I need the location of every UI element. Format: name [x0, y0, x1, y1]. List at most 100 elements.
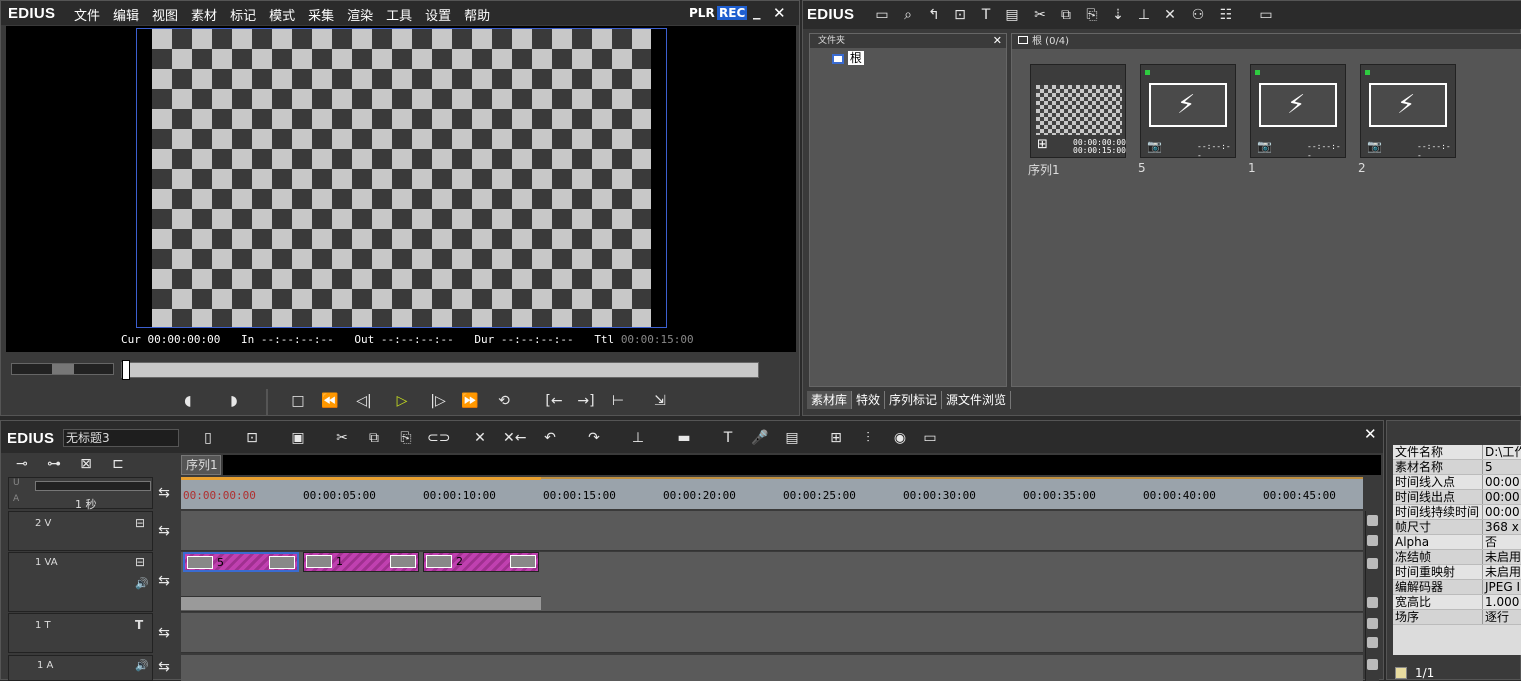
scroll-up-icon[interactable] — [1367, 515, 1378, 526]
playhead-marker[interactable] — [122, 360, 130, 380]
track-expand-icon[interactable]: ⇆ — [153, 623, 175, 643]
render-icon[interactable]: ▤ — [781, 428, 803, 448]
track-mode-icon[interactable]: ⊸ — [11, 454, 33, 474]
ripple-delete-icon[interactable]: ✕← — [503, 428, 526, 448]
menu-file[interactable]: 文件 — [74, 5, 100, 24]
zoom-label[interactable]: 1 秒 — [75, 496, 97, 512]
property-row[interactable]: 编解码器JPEG In — [1393, 580, 1521, 595]
scroll-down-icon[interactable] — [1367, 535, 1378, 546]
copy-icon[interactable]: ⧉ — [1055, 5, 1077, 25]
property-row[interactable]: 时间线入点00:00:0 — [1393, 475, 1521, 490]
property-row[interactable]: 宽高比 1.000 — [1393, 595, 1521, 610]
scroll-up-icon[interactable] — [1367, 558, 1378, 569]
track-header-1a[interactable]: 1 A 🔊 — [8, 655, 153, 681]
scroll-up-icon[interactable] — [1367, 659, 1378, 670]
zoom-lock-icon[interactable]: U — [13, 478, 20, 488]
delete-icon[interactable]: ✕ — [469, 428, 491, 448]
insert-icon[interactable]: [← — [543, 391, 565, 411]
track-expand-icon[interactable]: ⇆ — [153, 657, 175, 677]
step-forward-icon[interactable]: |▷ — [427, 391, 449, 411]
clip-still-5[interactable]: ⚡ 📷 --:--:-- — [1140, 64, 1236, 160]
menu-edit[interactable]: 编辑 — [113, 5, 139, 24]
menu-marker[interactable]: 标记 — [230, 5, 256, 24]
track-1a[interactable] — [181, 655, 1363, 681]
overwrite-mode-icon[interactable]: ⊏ — [107, 454, 129, 474]
sequence-tab[interactable]: 序列1 — [181, 455, 221, 475]
scroll-down-icon[interactable] — [1367, 597, 1378, 608]
send-to-player-icon[interactable]: ⇣ — [1107, 5, 1129, 25]
tab-sequence-markers[interactable]: 序列标记 — [885, 391, 943, 409]
title-track-icon[interactable]: T — [135, 618, 143, 632]
close-icon[interactable]: ✕ — [773, 4, 786, 22]
track-header-2v[interactable]: 2 V ⊟ — [8, 511, 153, 551]
play-icon[interactable]: ▷ — [391, 391, 413, 411]
property-row[interactable]: 素材名称 5 — [1393, 460, 1521, 475]
rewind-icon[interactable]: ⏪ — [319, 391, 341, 411]
paste-icon[interactable]: ⎘ — [1081, 5, 1103, 25]
layout-icon[interactable]: ▭ — [919, 428, 941, 448]
view-icon[interactable]: ☷ — [1215, 5, 1237, 25]
property-row[interactable]: Alpha 否 — [1393, 535, 1521, 550]
grid-icon[interactable]: ⊞ — [825, 428, 847, 448]
property-row[interactable]: 帧尺寸368 x 2 — [1393, 520, 1521, 535]
link-icon[interactable]: ⊂⊃ — [427, 428, 450, 448]
menu-mode[interactable]: 模式 — [269, 5, 295, 24]
paste-icon[interactable]: ⎘ — [395, 428, 417, 448]
ripple-mode-icon[interactable]: ⊠ — [75, 454, 97, 474]
redo-icon[interactable]: ↷ — [583, 428, 605, 448]
delete-icon[interactable]: ✕ — [1159, 5, 1181, 25]
track-1va[interactable]: 5 1 2 — [181, 552, 1363, 612]
timeline-scrollbar[interactable] — [1365, 511, 1379, 681]
overwrite-icon[interactable]: →] — [575, 391, 597, 411]
tab-effects[interactable]: 特效 — [852, 391, 886, 409]
clip-still-1[interactable]: ⚡ 📷 --:--:-- — [1250, 64, 1346, 160]
speaker-icon[interactable]: 🔊 — [135, 659, 149, 672]
fast-forward-icon[interactable]: ⏩ — [459, 391, 481, 411]
folder-icon[interactable]: ▭ — [871, 5, 893, 25]
add-clip-icon[interactable]: ⊡ — [949, 5, 971, 25]
track-2v[interactable] — [181, 511, 1363, 551]
track-expand-icon[interactable]: ⇆ — [153, 571, 175, 591]
track-expand-icon[interactable]: ⇆ — [153, 521, 175, 541]
menu-capture[interactable]: 采集 — [308, 5, 334, 24]
project-name-field[interactable]: 无标题3 — [63, 429, 179, 447]
shuttle-handle[interactable] — [52, 364, 74, 374]
set-out-icon[interactable]: ◗ — [223, 391, 245, 411]
save-icon[interactable]: ▣ — [287, 428, 309, 448]
property-row[interactable]: 时间线出点00:00:0 — [1393, 490, 1521, 505]
loop-icon[interactable]: ⟲ — [493, 391, 515, 411]
clip-sequence1[interactable]: ⊞ 00:00:00:00 00:00:15:00 — [1030, 64, 1126, 158]
audio-clip-strip[interactable] — [181, 596, 541, 610]
timeline-clip[interactable]: 2 — [423, 552, 539, 572]
timeline-close-icon[interactable]: ✕ — [1364, 425, 1377, 443]
cut-icon[interactable]: ✂ — [331, 428, 353, 448]
track-header-1t[interactable]: 1 T T — [8, 613, 153, 653]
shuttle-slider[interactable] — [11, 363, 114, 375]
property-row[interactable]: 时间线持续时间00:00:0 — [1393, 505, 1521, 520]
undo-icon[interactable]: ↶ — [539, 428, 561, 448]
folder-close-icon[interactable]: ✕ — [993, 34, 1002, 48]
transition-icon[interactable]: ▬ — [673, 428, 695, 448]
menu-help[interactable]: 帮助 — [464, 5, 490, 24]
minimize-icon[interactable]: _ — [753, 2, 761, 20]
zoom-lock2-icon[interactable]: A — [13, 494, 19, 504]
clip-still-2[interactable]: ⚡ 📷 --:--:-- — [1360, 64, 1456, 160]
up-folder-icon[interactable]: ↰ — [923, 5, 945, 25]
set-in-icon[interactable]: ◖ — [177, 391, 199, 411]
mixer-icon[interactable]: ⫶ — [857, 428, 879, 448]
track-header-1va[interactable]: 1 VA ⊟ 🔊 — [8, 552, 153, 612]
split-icon[interactable]: ⊢ — [607, 391, 629, 411]
speaker-icon[interactable]: 🔊 — [135, 577, 149, 590]
new-sequence-icon[interactable]: ▯ — [197, 428, 219, 448]
menu-tools[interactable]: 工具 — [386, 5, 412, 24]
search-icon[interactable]: ⌕ — [897, 5, 919, 25]
cut-icon[interactable]: ✂ — [1029, 5, 1051, 25]
sync-lock-icon[interactable]: ⊶ — [43, 454, 65, 474]
plr-toggle[interactable]: PLR — [689, 6, 715, 20]
video-track-icon[interactable]: ⊟ — [135, 555, 145, 569]
bin-menu-icon[interactable]: ▭ — [1255, 5, 1277, 25]
scroll-down-icon[interactable] — [1367, 637, 1378, 648]
tab-bin[interactable]: 素材库 — [807, 391, 853, 409]
color-bars-icon[interactable]: ▤ — [1001, 5, 1023, 25]
root-folder-item[interactable]: 根 — [832, 50, 864, 66]
